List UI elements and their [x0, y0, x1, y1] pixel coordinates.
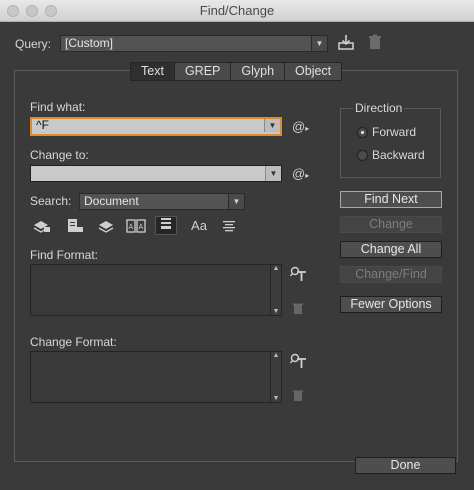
find-what-field[interactable]: ^F ▼	[30, 117, 282, 136]
clear-change-format-trash-icon[interactable]	[292, 389, 304, 401]
window-title: Find/Change	[199, 3, 275, 18]
scroll-down-icon[interactable]: ▼	[271, 395, 281, 402]
include-locked-stories-icon[interactable]	[66, 218, 84, 234]
change-button[interactable]: Change	[340, 216, 442, 233]
change-format-label: Change Format:	[30, 335, 117, 349]
scroll-up-icon[interactable]: ▲	[271, 352, 281, 359]
find-what-value: ^F	[36, 118, 49, 132]
tab-glyph[interactable]: Glyph	[231, 62, 286, 81]
query-label: Query:	[15, 37, 52, 51]
find-what-label: Find what:	[30, 100, 86, 114]
specify-change-format-icon[interactable]	[289, 353, 308, 369]
trash-icon[interactable]	[367, 34, 383, 50]
search-label: Search:	[30, 194, 72, 208]
direction-group: Direction Forward Backward	[340, 101, 441, 178]
svg-text:A: A	[129, 224, 134, 231]
tab-bar: Text GREP Glyph Object	[130, 62, 343, 81]
find-format-scrollbar[interactable]: ▲ ▼	[270, 265, 281, 315]
tab-text[interactable]: Text	[130, 62, 175, 81]
change-format-scrollbar[interactable]: ▲ ▼	[270, 352, 281, 402]
chevron-down-icon: ▼	[265, 166, 281, 181]
special-characters-change-icon[interactable]: @▸	[292, 166, 309, 181]
forward-label[interactable]: Forward	[372, 125, 416, 139]
save-query-icon[interactable]	[337, 34, 355, 50]
specify-find-format-icon[interactable]	[289, 266, 308, 282]
whole-word-icon[interactable]	[220, 218, 238, 234]
query-select[interactable]: [Custom] ▼	[60, 35, 328, 52]
change-to-field[interactable]: ▼	[30, 165, 282, 182]
tab-grep[interactable]: GREP	[174, 62, 232, 81]
zoom-window-button[interactable]	[45, 5, 57, 17]
title-bar: Find/Change	[0, 0, 474, 22]
change-to-label: Change to:	[30, 148, 89, 162]
case-sensitive-icon[interactable]: Aa	[188, 218, 210, 234]
query-value: [Custom]	[65, 36, 114, 50]
change-all-button[interactable]: Change All	[340, 241, 442, 258]
scroll-down-icon[interactable]: ▼	[271, 308, 281, 315]
svg-text:A: A	[139, 224, 144, 231]
minimize-window-button[interactable]	[26, 5, 38, 17]
include-hidden-layers-icon[interactable]	[97, 218, 115, 234]
forward-radio[interactable]	[357, 127, 368, 138]
done-button[interactable]: Done	[355, 457, 456, 474]
change-find-button[interactable]: Change/Find	[340, 266, 442, 283]
find-change-dialog: Query: [Custom] ▼ Text GREP Glyph Object…	[0, 22, 474, 490]
find-format-box[interactable]: ▲ ▼	[30, 264, 282, 316]
clear-find-format-trash-icon[interactable]	[292, 302, 304, 314]
search-scope-select[interactable]: Document ▼	[79, 193, 245, 210]
chevron-down-icon: ▼	[228, 194, 244, 209]
include-locked-layers-icon[interactable]	[33, 218, 51, 234]
find-next-button[interactable]: Find Next	[340, 191, 442, 208]
include-master-pages-icon[interactable]: AA	[126, 218, 146, 234]
include-footnotes-icon[interactable]	[155, 216, 177, 235]
scroll-up-icon[interactable]: ▲	[271, 265, 281, 272]
direction-title: Direction	[353, 101, 405, 115]
backward-radio[interactable]	[357, 150, 368, 161]
backward-label[interactable]: Backward	[372, 148, 425, 162]
chevron-down-icon: ▼	[311, 36, 327, 51]
find-format-label: Find Format:	[30, 248, 99, 262]
chevron-down-icon: ▼	[264, 119, 280, 132]
special-characters-find-icon[interactable]: @▸	[292, 119, 309, 134]
tab-object[interactable]: Object	[285, 62, 343, 81]
change-format-box[interactable]: ▲ ▼	[30, 351, 282, 403]
close-window-button[interactable]	[7, 5, 19, 17]
search-scope-value: Document	[84, 194, 139, 208]
fewer-options-button[interactable]: Fewer Options	[340, 296, 442, 313]
